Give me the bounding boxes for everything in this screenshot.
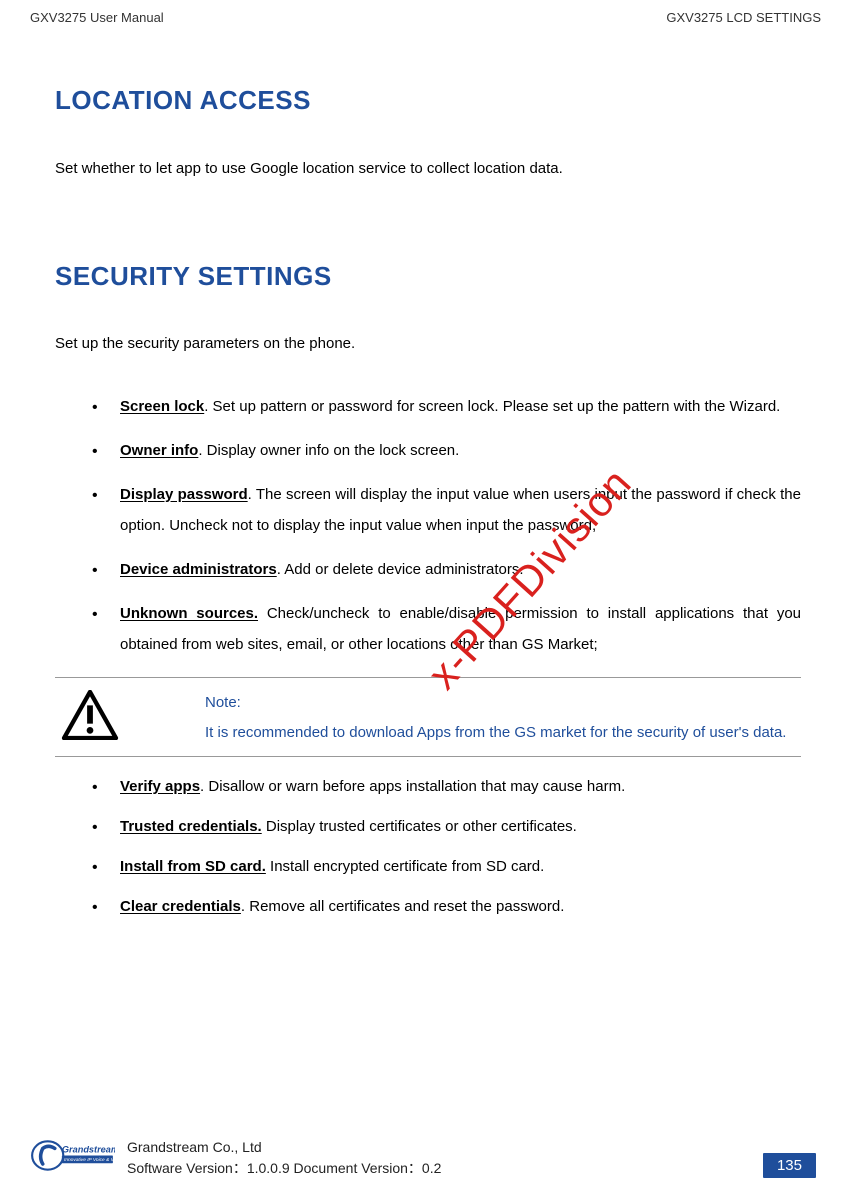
header-right: GXV3275 LCD SETTINGS: [666, 10, 821, 25]
logo-text: Grandstream: [62, 1145, 115, 1155]
page-header: GXV3275 User Manual GXV3275 LCD SETTINGS: [0, 0, 851, 25]
bullet-text: Install encrypted certificate from SD ca…: [266, 858, 544, 875]
footer-company: Grandstream Co., Ltd: [127, 1137, 763, 1157]
bullet-bold: Display password: [120, 486, 248, 503]
list-item: Trusted credentials. Display trusted cer…: [120, 815, 801, 839]
bullet-bold: Install from SD card.: [120, 858, 266, 875]
bullet-text: . Display owner info on the lock screen.: [198, 442, 459, 459]
bullet-bold: Screen lock: [120, 398, 204, 415]
bullet-bold: Owner info: [120, 442, 198, 459]
bullet-text: . Remove all certificates and reset the …: [241, 898, 564, 915]
bullet-text: Display trusted certificates or other ce…: [262, 818, 577, 835]
page-number: 135: [763, 1153, 816, 1178]
list-item: Clear credentials. Remove all certificat…: [120, 895, 801, 919]
list-item: Owner info. Display owner info on the lo…: [120, 439, 801, 463]
bullet-text: . Disallow or warn before apps installat…: [200, 778, 625, 795]
bullet-text: . Set up pattern or password for screen …: [204, 398, 780, 415]
bullet-bold: Verify apps: [120, 778, 200, 795]
list-item: Verify apps. Disallow or warn before app…: [120, 775, 801, 799]
bullet-bold: Unknown sources.: [120, 605, 258, 622]
note-text: Note: It is recommended to download Apps…: [205, 688, 796, 748]
warning-icon: [60, 690, 120, 740]
note-box: Note: It is recommended to download Apps…: [55, 677, 801, 757]
note-label: Note:: [205, 688, 796, 718]
footer-text: Grandstream Co., Ltd Software Version：1.…: [127, 1137, 763, 1178]
intro-security-settings: Set up the security parameters on the ph…: [55, 332, 801, 356]
bullet-bold: Trusted credentials.: [120, 818, 262, 835]
footer-version: Software Version：1.0.0.9 Document Versio…: [127, 1158, 763, 1178]
list-item: Screen lock. Set up pattern or password …: [120, 391, 801, 423]
note-body: It is recommended to download Apps from …: [205, 718, 796, 748]
bullet-bold: Clear credentials: [120, 898, 241, 915]
bullet-list-2: Verify apps. Disallow or warn before app…: [55, 775, 801, 919]
heading-location-access: LOCATION ACCESS: [55, 80, 801, 122]
grandstream-logo-icon: Grandstream Innovative IP Voice & Video: [30, 1133, 115, 1178]
bullet-list-1: Screen lock. Set up pattern or password …: [55, 391, 801, 661]
list-item: Unknown sources. Check/uncheck to enable…: [120, 598, 801, 661]
logo-subtext: Innovative IP Voice & Video: [64, 1157, 115, 1163]
list-item: Device administrators. Add or delete dev…: [120, 558, 801, 582]
bullet-bold: Device administrators: [120, 561, 277, 578]
intro-location-access: Set whether to let app to use Google loc…: [55, 157, 801, 181]
header-left: GXV3275 User Manual: [30, 10, 164, 25]
page-footer: Grandstream Innovative IP Voice & Video …: [0, 1133, 851, 1178]
content-area: x-PDFDivision LOCATION ACCESS Set whethe…: [0, 25, 851, 919]
heading-security-settings: SECURITY SETTINGS: [55, 256, 801, 298]
bullet-text: . Add or delete device administrators.: [277, 561, 524, 578]
list-item: Display password. The screen will displa…: [120, 479, 801, 542]
list-item: Install from SD card. Install encrypted …: [120, 855, 801, 879]
